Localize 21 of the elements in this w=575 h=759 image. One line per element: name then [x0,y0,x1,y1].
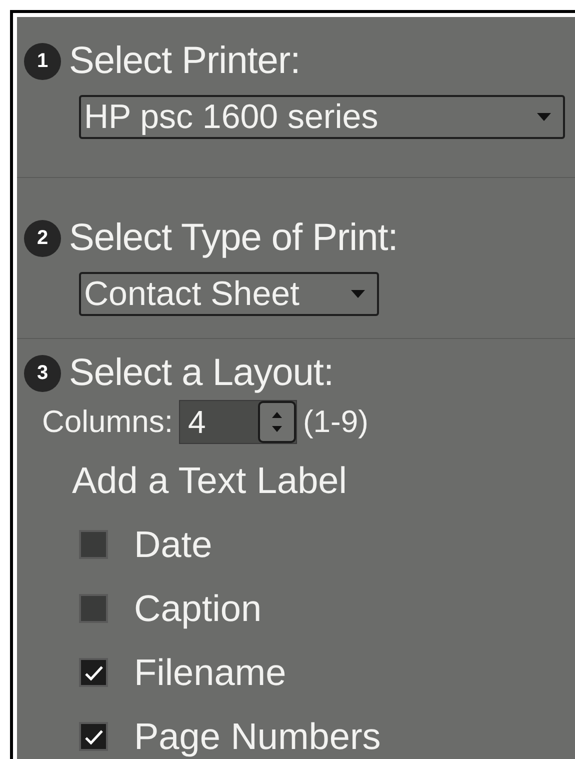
dropdown-arrow-icon [537,113,551,121]
dropdown[interactable]: Contact Sheet [79,272,379,316]
step-number-badge: 3 [24,354,61,392]
columns-spinner[interactable]: 4 [178,400,297,444]
columns-label: Columns: [42,403,173,441]
checkbox-option[interactable]: Page Numbers [79,712,381,759]
step-title: Select Type of Print: [69,216,398,260]
dropdown-arrow-icon [351,290,365,298]
checkmark-icon [84,728,104,744]
step-title: Select Printer: [69,39,300,83]
step-number-badge: 2 [24,220,61,256]
dropdown[interactable]: HP psc 1600 series [79,95,565,139]
stepper-arrows-icon[interactable] [258,401,296,444]
columns-range: (1-9) [302,403,368,441]
checkbox-option[interactable]: Date [79,520,212,570]
checkmark-icon [84,664,104,680]
section-heading: Add a Text Label [72,458,347,502]
checkbox-option[interactable]: Caption [79,584,262,634]
step-title: Select a Layout: [69,351,334,395]
checkbox-option[interactable]: Filename [79,648,286,698]
step-number-badge: 1 [24,42,61,80]
